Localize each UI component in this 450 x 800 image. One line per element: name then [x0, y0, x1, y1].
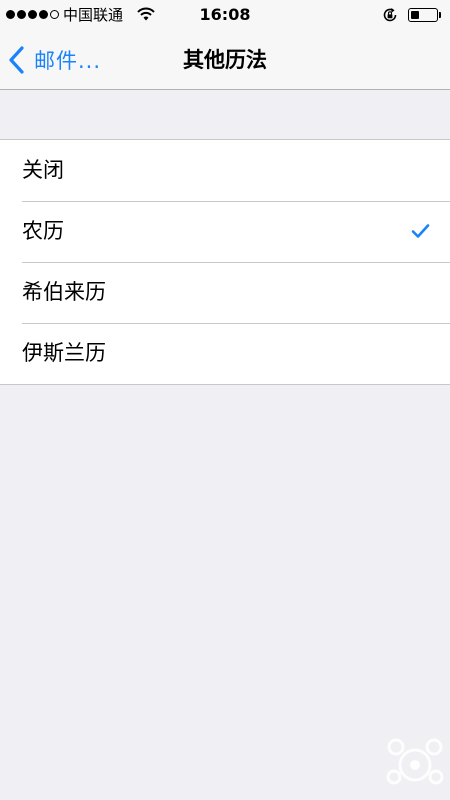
option-row[interactable]: 伊斯兰历	[0, 323, 450, 384]
page-title: 其他历法	[183, 48, 267, 72]
rotation-lock-icon	[383, 8, 397, 22]
option-label: 希伯来历	[22, 280, 106, 304]
checkmark-icon	[411, 224, 430, 238]
option-label: 伊斯兰历	[22, 341, 106, 365]
status-bar: 中国联通 16:08	[0, 0, 450, 30]
option-row[interactable]: 希伯来历	[0, 262, 450, 323]
option-label: 关闭	[22, 158, 64, 182]
option-label: 农历	[22, 219, 64, 243]
calendar-options-list: 关闭 农历 希伯来历 伊斯兰历	[0, 139, 450, 385]
option-row[interactable]: 关闭	[0, 140, 450, 201]
watermark-logo	[386, 738, 444, 785]
battery-cap	[439, 12, 441, 18]
battery-level	[411, 11, 419, 19]
navigation-bar: 邮件... 其他历法	[0, 30, 450, 90]
option-row[interactable]: 农历	[0, 201, 450, 262]
battery-icon	[408, 8, 438, 22]
